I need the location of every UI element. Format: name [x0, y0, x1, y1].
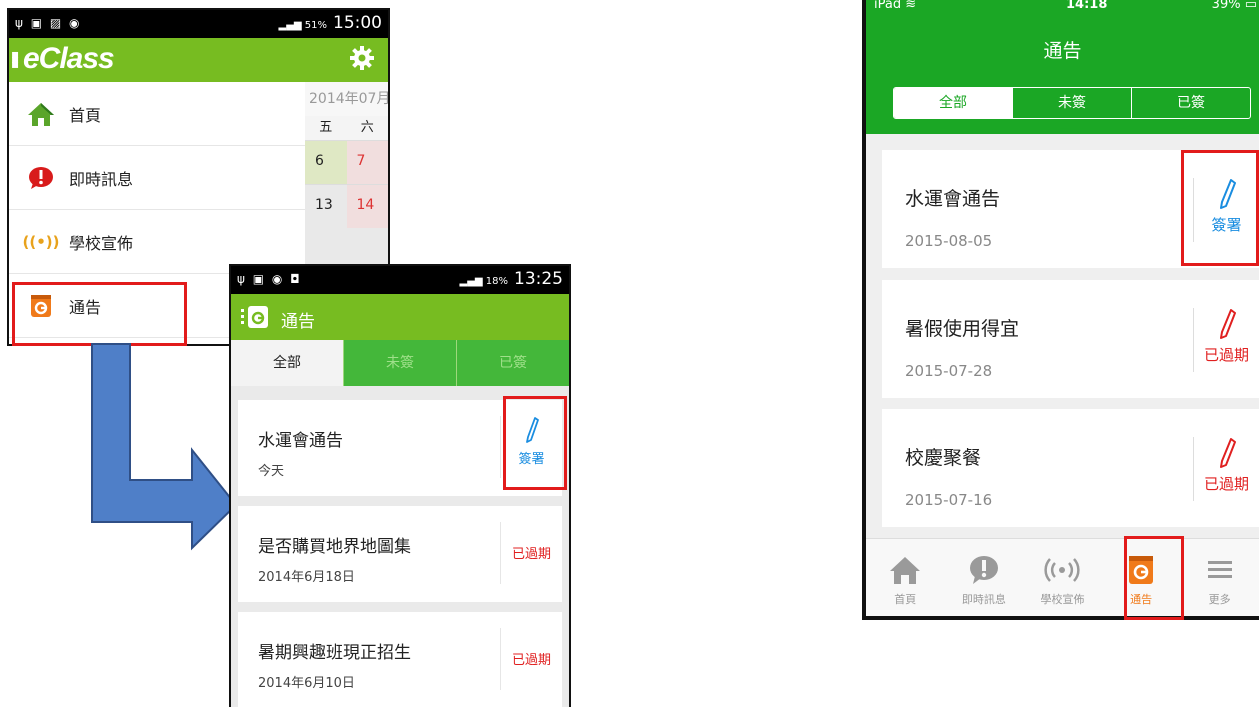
notice-date: 2015-07-16: [905, 491, 993, 509]
status-bar: ψ ▣ ▨ ◉ ▂▄▆ 51% 15:00: [9, 10, 388, 38]
app-header: ▪ ▪ ▪ eClass: [9, 38, 388, 82]
highlight-box: [503, 396, 567, 490]
highlight-box: [1124, 536, 1184, 620]
broadcast-icon: [1044, 558, 1081, 582]
broadcast-icon: ((•)): [22, 232, 60, 251]
notice-title: 水運會通告: [905, 188, 1001, 210]
tab-bar: 首頁 即時訊息 學校宣佈 通告 更多: [866, 538, 1259, 616]
tab-signed[interactable]: 已簽: [456, 340, 569, 386]
tab-unsigned[interactable]: 未簽: [343, 340, 456, 386]
notice-icon[interactable]: [241, 305, 271, 334]
action-label: 已過期: [1203, 475, 1249, 493]
calendar-month: 2014年07月: [305, 82, 388, 116]
notice-date: 2015-07-28: [905, 362, 993, 380]
tabbar-label: 更多: [1208, 593, 1231, 606]
home-icon: [890, 557, 921, 584]
expired-status: 已過期: [1193, 308, 1259, 372]
page-title: 通告: [1043, 40, 1082, 62]
calendar-day[interactable]: 7: [346, 141, 388, 184]
action-label: 已過期: [1203, 346, 1249, 364]
ipad-notices-screen: iPad ≋ 14:18 39% ▭ 通告 全部 未簽 已簽 水運會通告 201…: [862, 0, 1259, 620]
drawer-item-label: 首頁: [69, 105, 102, 125]
drawer-item-label: 即時訊息: [69, 169, 134, 189]
notice-item[interactable]: 是否購買地界地圖集 2014年6月18日 已過期: [238, 506, 562, 602]
flow-arrow: [91, 343, 238, 551]
tabbar-label: 首頁: [894, 593, 917, 606]
status-carrier: iPad ≋: [874, 0, 917, 12]
calendar-weekdays: 五 六: [305, 116, 388, 140]
tab-all[interactable]: 全部: [894, 88, 1012, 118]
app-header: 通告: [231, 294, 569, 340]
highlight-box: [1181, 150, 1259, 266]
weekday: 五: [319, 120, 333, 135]
action-label: 已過期: [511, 547, 551, 562]
status-right: ▂▄▆ 18% 13:25: [459, 269, 563, 289]
tabbar-label: 即時訊息: [961, 593, 1006, 606]
filter-tabs: 全部 未簽 已簽: [231, 340, 569, 386]
chat-alert-icon: [969, 556, 998, 584]
status-time: 15:00: [333, 13, 382, 33]
segmented-control: 全部 未簽 已簽: [893, 87, 1251, 119]
tabbar-more[interactable]: 更多: [1180, 539, 1259, 616]
pen-icon: [1219, 309, 1236, 339]
notice-date: 2014年6月18日: [258, 570, 355, 585]
calendar-day[interactable]: 13: [305, 185, 347, 228]
pen-icon: [1219, 438, 1236, 468]
notice-item[interactable]: 暑期興趣班現正招生 2014年6月10日 已過期: [238, 612, 562, 707]
drawer-item-home[interactable]: 首頁: [9, 82, 305, 146]
notice-title: 校慶聚餐: [905, 447, 982, 469]
status-time: 13:25: [514, 269, 563, 289]
app-logo: eClass: [23, 42, 115, 75]
notice-item[interactable]: 校慶聚餐 2015-07-16 已過期: [882, 409, 1259, 527]
calendar-day[interactable]: 14: [346, 185, 388, 228]
notice-title: 暑假使用得宜: [905, 318, 1020, 340]
home-icon: [27, 100, 55, 128]
status-bar: ψ ▣ ◉ ◘ ▂▄▆ 18% 13:25: [231, 266, 569, 294]
tabbar-announcements[interactable]: 學校宣佈: [1023, 539, 1102, 616]
page-title: 通告: [281, 312, 315, 332]
expired-status: 已過期: [1193, 437, 1259, 501]
highlight-box: [12, 282, 187, 346]
drawer-handle-icon[interactable]: ▪ ▪ ▪: [11, 48, 19, 70]
status-icons: ψ ▣ ◉ ◘: [237, 272, 302, 286]
tabbar-home[interactable]: 首頁: [866, 539, 945, 616]
calendar-row: 6 7: [305, 140, 388, 184]
tabbar-messages[interactable]: 即時訊息: [945, 539, 1024, 616]
notice-title: 暑期興趣班現正招生: [258, 643, 411, 663]
tab-all[interactable]: 全部: [231, 340, 343, 386]
nav-header: iPad ≋ 14:18 39% ▭ 通告 全部 未簽 已簽: [866, 0, 1259, 134]
chat-alert-icon: [27, 164, 55, 192]
status-battery: 39% ▭: [1211, 0, 1257, 12]
notice-item[interactable]: 暑假使用得宜 2015-07-28 已過期: [882, 280, 1259, 398]
tab-signed[interactable]: 已簽: [1131, 88, 1250, 118]
status-icons: ψ ▣ ▨ ◉: [15, 16, 82, 30]
calendar-row: 13 14: [305, 184, 388, 228]
gear-icon[interactable]: [350, 46, 374, 70]
expired-status: 已過期: [500, 628, 562, 690]
expired-status: 已過期: [500, 522, 562, 584]
notice-title: 是否購買地界地圖集: [258, 537, 411, 557]
notice-date: 2015-08-05: [905, 232, 993, 250]
notice-date: 2014年6月10日: [258, 676, 355, 691]
notice-title: 水運會通告: [258, 431, 343, 451]
status-time: 14:18: [1066, 0, 1108, 12]
drawer-item-label: 學校宣佈: [69, 233, 134, 253]
status-right: ▂▄▆ 51% 15:00: [278, 13, 382, 33]
drawer-item-messages[interactable]: 即時訊息: [9, 146, 305, 210]
notice-date: 今天: [258, 464, 285, 479]
weekday: 六: [360, 120, 374, 135]
tab-unsigned[interactable]: 未簽: [1012, 88, 1131, 118]
menu-icon: [1207, 561, 1232, 578]
action-label: 已過期: [511, 653, 551, 668]
tabbar-label: 學校宣佈: [1040, 593, 1085, 606]
calendar-day[interactable]: 6: [305, 141, 347, 184]
